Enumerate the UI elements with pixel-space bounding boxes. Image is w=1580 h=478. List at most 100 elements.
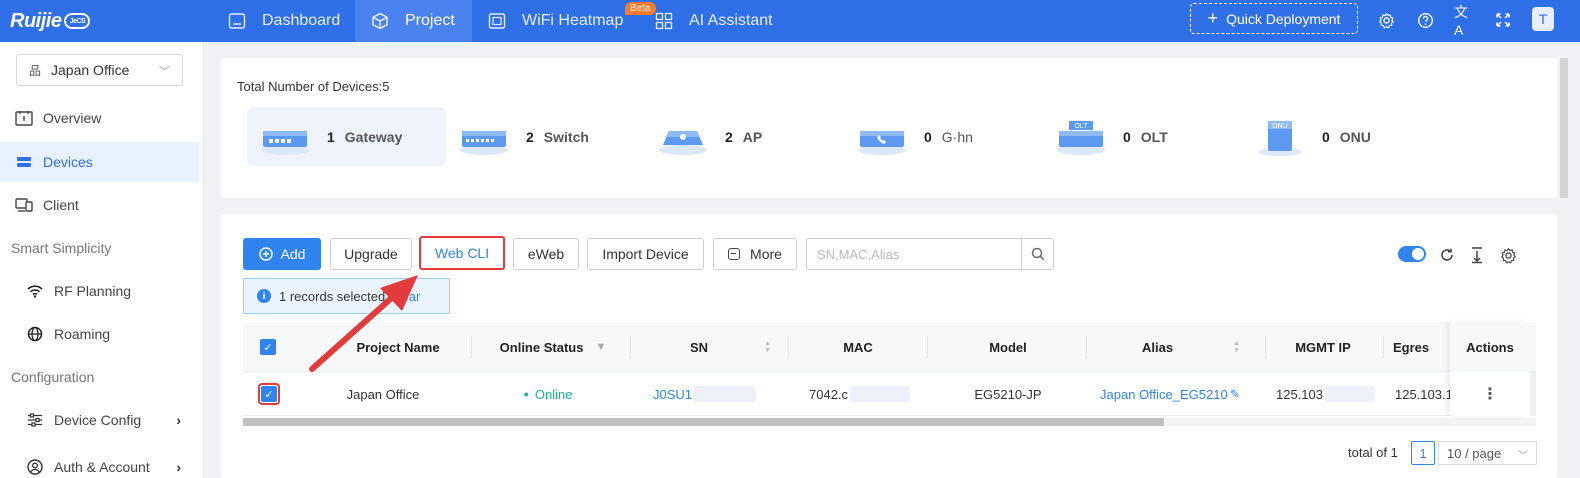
sliders-icon: [26, 413, 44, 427]
column-header-sn[interactable]: SN ▲ ▼: [643, 322, 788, 372]
sidebar-item-device-config[interactable]: Device Config ›: [0, 400, 199, 440]
nav-ai-assistant-label: AI Assistant: [689, 12, 773, 29]
column-header-model: Model: [989, 339, 1027, 355]
site-selector[interactable]: 品 Japan Office ﹀: [16, 54, 183, 86]
select-all-checkbox[interactable]: ✓: [257, 322, 279, 372]
sidebar-item-rf-planning[interactable]: RF Planning: [0, 271, 199, 311]
olt-device-icon: OLT: [1057, 120, 1105, 155]
page-scrollbar-thumb[interactable]: [1560, 58, 1568, 198]
cell-online-status: ● Online: [483, 372, 613, 416]
more-icon: [728, 248, 741, 260]
info-icon: i: [257, 289, 271, 303]
switch-count: 2: [526, 128, 534, 145]
settings-icon[interactable]: [1376, 10, 1396, 30]
masked-value: [850, 386, 911, 402]
more-button[interactable]: More: [713, 238, 797, 270]
add-button[interactable]: Add: [243, 238, 321, 270]
sidebar-item-devices[interactable]: Devices: [0, 142, 199, 182]
selection-count-text: 1 records selected: [279, 288, 386, 304]
user-avatar[interactable]: T: [1532, 7, 1554, 31]
search-icon[interactable]: [1021, 239, 1053, 269]
device-table-header: ✓ Project Name Online Status ▼ SN ▲ ▼ MAC…: [243, 322, 1536, 372]
column-settings-icon[interactable]: [1498, 245, 1518, 265]
table-vertical-scrollbar[interactable]: [1530, 372, 1536, 416]
sidebar-group-smart-simplicity: Smart Simplicity: [11, 240, 112, 256]
globe-icon: [26, 326, 44, 342]
scrollbar-thumb[interactable]: [243, 418, 1164, 426]
sn-link[interactable]: J0SU1: [653, 387, 692, 402]
language-icon[interactable]: 文A: [1454, 4, 1474, 38]
alias-link[interactable]: Japan Office_EG5210: [1100, 387, 1228, 402]
devices-icon: [15, 155, 33, 169]
sidebar-item-roaming[interactable]: Roaming: [0, 314, 199, 354]
device-type-tile-olt[interactable]: OLT 0 OLT: [1043, 107, 1242, 166]
ap-count: 2: [725, 128, 733, 145]
nav-ai-assistant[interactable]: AI Assistant: [646, 0, 796, 42]
olt-label: OLT: [1140, 128, 1168, 145]
ruijie-logo[interactable]: Ruijie JeCS: [10, 8, 91, 34]
grid-icon: [655, 12, 673, 30]
access-point-icon: [659, 130, 707, 155]
device-type-tile-ghn[interactable]: 0 G·hn: [844, 107, 1043, 166]
page-size-select[interactable]: 10 / page ﹀: [1438, 441, 1537, 465]
actions-column: Actions ⋮: [1450, 322, 1530, 416]
cloud-logo-icon: JeCS: [64, 13, 91, 29]
dashboard-icon: [228, 13, 246, 29]
heatmap-icon: [488, 13, 506, 29]
column-header-alias[interactable]: Alias ▲ ▼: [1091, 322, 1261, 372]
sidebar: 品 Japan Office ﹀ Overview Devices Client…: [0, 42, 204, 478]
device-type-tile-onu[interactable]: ONU 0 ONU: [1242, 107, 1441, 166]
device-type-tile-ap[interactable]: 2 AP: [645, 107, 844, 166]
row-actions-menu-icon[interactable]: ⋮: [1450, 372, 1530, 416]
table-row[interactable]: ✓ Japan Office ● Online J0SU1 7042.c EG5…: [243, 372, 1536, 416]
nav-project[interactable]: Project: [355, 0, 472, 42]
export-icon[interactable]: [1467, 245, 1487, 265]
cell-sn[interactable]: J0SU1: [653, 372, 783, 416]
device-type-tile-switch[interactable]: 2 Switch: [446, 107, 645, 166]
sidebar-item-label: RF Planning: [54, 283, 132, 299]
device-type-tile-gateway[interactable]: 1 Gateway: [247, 107, 446, 166]
sidebar-item-overview[interactable]: Overview: [0, 98, 199, 138]
olt-count: 0: [1123, 128, 1131, 145]
clear-selection-link[interactable]: Clear: [389, 289, 420, 304]
sort-icon: ▲ ▼: [1233, 340, 1240, 354]
top-navigation-bar: Ruijie JeCS Dashboard Project WiFi Heatm…: [0, 0, 1580, 42]
masked-value: [1325, 386, 1375, 402]
ap-label: AP: [742, 128, 763, 145]
ghn-count: 0: [924, 128, 932, 145]
nav-wifi-heatmap-label: WiFi Heatmap: [522, 12, 624, 29]
edit-pencil-icon[interactable]: ✎: [1230, 387, 1240, 401]
wifi-icon: [26, 284, 44, 298]
filter-icon[interactable]: ▼: [595, 341, 606, 353]
total-devices-title: Total Number of Devices:5: [237, 79, 390, 94]
online-status-header-label: Online Status: [499, 339, 584, 355]
web-cli-button[interactable]: Web CLI: [419, 236, 505, 270]
check-icon: ✓: [261, 386, 277, 402]
sidebar-item-label: Devices: [43, 154, 93, 170]
nav-wifi-heatmap[interactable]: WiFi Heatmap: [472, 0, 642, 42]
cell-alias[interactable]: Japan Office_EG5210 ✎: [1100, 372, 1260, 416]
import-device-button[interactable]: Import Device: [587, 238, 704, 270]
sidebar-item-auth-account[interactable]: Auth & Account ›: [0, 447, 199, 478]
eweb-button[interactable]: eWeb: [513, 238, 579, 270]
quick-deployment-label: Quick Deployment: [1226, 10, 1341, 27]
table-horizontal-scrollbar[interactable]: [243, 418, 1536, 426]
sidebar-item-client[interactable]: Client: [0, 185, 199, 225]
help-icon[interactable]: [1415, 10, 1435, 30]
fullscreen-icon[interactable]: [1493, 10, 1513, 30]
nav-dashboard[interactable]: Dashboard: [214, 0, 355, 42]
upgrade-button[interactable]: Upgrade: [330, 238, 412, 270]
page-scrollbar[interactable]: [1560, 58, 1568, 478]
auto-refresh-toggle[interactable]: [1398, 246, 1426, 262]
search-input[interactable]: [807, 239, 1023, 269]
network-tree-icon: 品: [29, 63, 42, 78]
refresh-icon[interactable]: [1437, 245, 1457, 265]
sn-header-label: SN: [690, 339, 709, 355]
row-checkbox[interactable]: ✓: [257, 372, 281, 416]
page-number-button[interactable]: 1: [1411, 441, 1435, 465]
quick-deployment-button[interactable]: + Quick Deployment: [1190, 3, 1358, 34]
gateway-label: Gateway: [344, 128, 403, 145]
nav-dashboard-label: Dashboard: [262, 12, 341, 29]
column-header-online-status[interactable]: Online Status ▼: [478, 322, 628, 372]
chevron-right-icon: ›: [176, 459, 181, 475]
